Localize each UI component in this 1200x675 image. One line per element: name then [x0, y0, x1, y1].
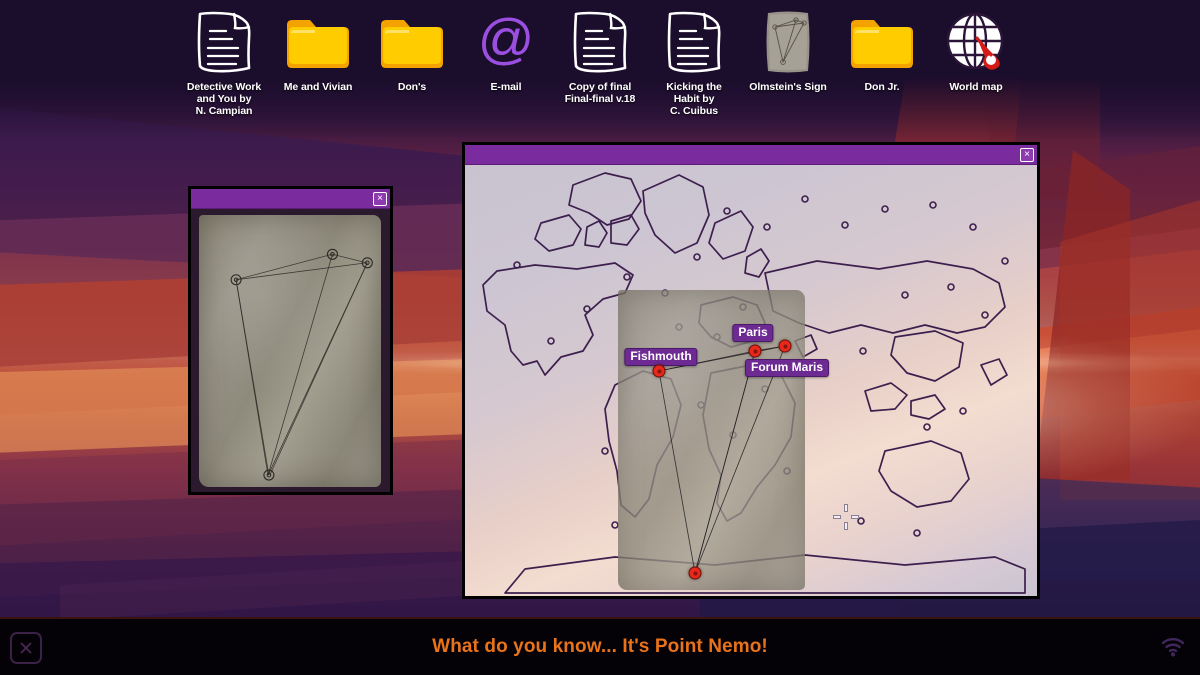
- crosshair-cursor: [833, 504, 859, 530]
- desktop-icon-me-and-vivian[interactable]: Me and Vivian: [271, 6, 365, 131]
- close-icon: [18, 640, 34, 656]
- map-marker-layer: Paris Fishmouth Forum Maris: [465, 165, 1037, 596]
- desktop-icon-kicking-the[interactable]: Kicking the Habit by C. Cuibus: [647, 6, 741, 131]
- desktop-icon-copy-of-final[interactable]: Copy of final Final-final v.18: [553, 6, 647, 131]
- parchment-icon: [752, 6, 824, 78]
- desktop-icon-don-jr[interactable]: Don Jr.: [835, 6, 929, 131]
- window-title-bar-map[interactable]: ×: [465, 145, 1037, 165]
- wifi-icon[interactable]: [1160, 635, 1186, 659]
- desktop-icon-label: E-mail: [491, 81, 522, 93]
- desktop-icon-don-s[interactable]: Don's: [365, 6, 459, 131]
- map-marker-dot[interactable]: [653, 365, 666, 378]
- document-icon: [658, 6, 730, 78]
- desktop-icon-e-mail[interactable]: @ E-mail: [459, 6, 553, 131]
- folder-icon: [846, 6, 918, 78]
- desktop-icon-row: Detective Work and You by N. Campian Me …: [0, 6, 1200, 131]
- desktop-icon-detective-work[interactable]: Detective Work and You by N. Campian: [177, 6, 271, 131]
- at-sign-icon: @: [470, 6, 542, 78]
- desktop-icon-label: Olmstein's Sign: [749, 81, 826, 93]
- window-body-sign: [191, 209, 390, 492]
- document-icon: [188, 6, 260, 78]
- desktop-icon-label: Don Jr.: [865, 81, 900, 93]
- bottom-status-bar: What do you know... It's Point Nemo!: [0, 617, 1200, 675]
- map-marker-dot[interactable]: [689, 567, 702, 580]
- desktop-screen: Detective Work and You by N. Campian Me …: [0, 0, 1200, 675]
- desktop-icon-label: Detective Work and You by N. Campian: [187, 81, 261, 118]
- map-marker-dot[interactable]: [749, 345, 762, 358]
- globe-icon: [940, 6, 1012, 78]
- window-world-map[interactable]: × Paris Fishmouth Forum Maris: [462, 142, 1040, 599]
- map-marker-label[interactable]: Paris: [732, 324, 773, 342]
- desktop-icon-label: World map: [949, 81, 1002, 93]
- desktop-icon-label: Kicking the Habit by C. Cuibus: [666, 81, 722, 118]
- desktop-icon-label: Don's: [398, 81, 426, 93]
- folder-icon: [376, 6, 448, 78]
- desktop-icon-label: Me and Vivian: [284, 81, 353, 93]
- desktop-icon-label: Copy of final Final-final v.18: [565, 81, 636, 105]
- desktop-icon-olmstein-s-sign[interactable]: Olmstein's Sign: [741, 6, 835, 131]
- caption-text: What do you know... It's Point Nemo!: [0, 636, 1200, 658]
- map-marker-dot[interactable]: [779, 340, 792, 353]
- map-marker-label[interactable]: Forum Maris: [745, 359, 829, 377]
- window-olmsteins-sign[interactable]: ×: [188, 186, 393, 495]
- svg-text:@: @: [478, 11, 535, 70]
- close-icon[interactable]: ×: [373, 192, 387, 206]
- close-button[interactable]: [10, 632, 42, 664]
- map-marker-label[interactable]: Fishmouth: [624, 348, 697, 366]
- constellation-diagram: [191, 209, 390, 492]
- window-body-map[interactable]: Paris Fishmouth Forum Maris: [465, 165, 1037, 596]
- desktop-icon-world-map[interactable]: World map: [929, 6, 1023, 131]
- close-icon[interactable]: ×: [1020, 148, 1034, 162]
- window-title-bar-sign[interactable]: ×: [191, 189, 390, 209]
- folder-icon: [282, 6, 354, 78]
- document-icon: [564, 6, 636, 78]
